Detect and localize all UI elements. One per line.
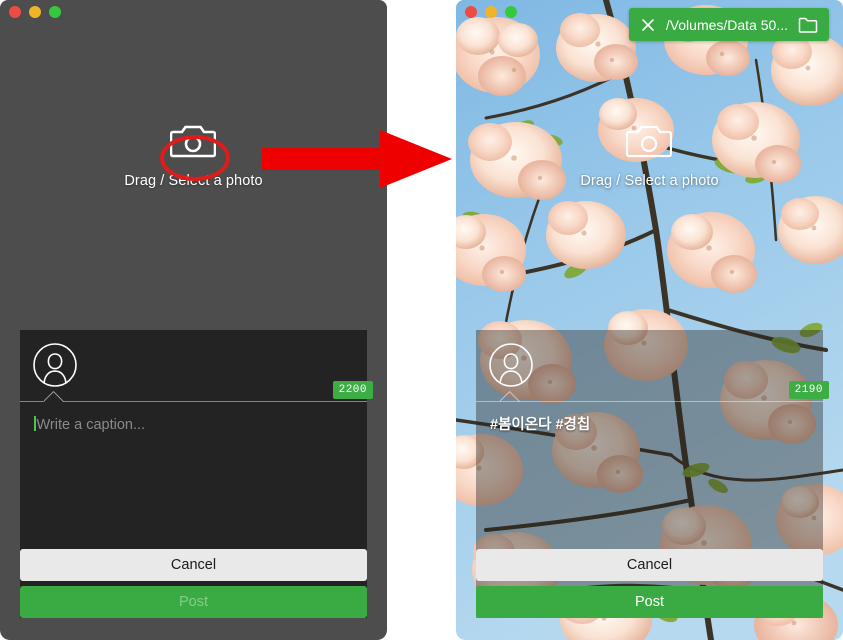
compose-panel: 2190 #봄이온다 #경칩 Cancel Post: [476, 330, 829, 618]
photo-dropzone[interactable]: Drag / Select a photo: [456, 0, 843, 330]
dropzone-label: Drag / Select a photo: [124, 173, 263, 189]
header-notch: [500, 391, 522, 402]
traffic-lights-before: [9, 6, 61, 18]
folder-icon[interactable]: [798, 16, 818, 33]
camera-icon: [170, 121, 217, 159]
caption-placeholder-label: Write a caption...: [36, 417, 146, 433]
traffic-lights-after: [465, 6, 517, 18]
compose-header: 2190: [476, 330, 829, 402]
dropzone-inner: Drag / Select a photo: [124, 121, 263, 189]
dropzone-label: Drag / Select a photo: [580, 173, 719, 189]
post-button[interactable]: Post: [20, 586, 367, 618]
cancel-button[interactable]: Cancel: [20, 549, 367, 581]
post-button[interactable]: Post: [476, 586, 823, 618]
window-close-button[interactable]: [465, 6, 477, 18]
text-cursor: [34, 416, 36, 431]
cancel-button[interactable]: Cancel: [476, 549, 823, 581]
window-minimize-button[interactable]: [29, 6, 41, 18]
character-counter-badge: 2190: [788, 380, 829, 399]
window-after-state: /Volumes/Data 50... Drag / Select a phot…: [456, 0, 843, 640]
dropzone-inner: Drag / Select a photo: [580, 121, 719, 189]
file-path-badge: /Volumes/Data 50...: [628, 8, 829, 41]
caption-input[interactable]: Write a caption...: [20, 402, 367, 549]
window-minimize-button[interactable]: [485, 6, 497, 18]
header-notch: [44, 391, 66, 402]
caption-input[interactable]: #봄이온다 #경칩: [476, 402, 823, 549]
avatar: [488, 342, 534, 388]
window-maximize-button[interactable]: [505, 6, 517, 18]
caption-value-text: #봄이온다 #경칩: [490, 417, 591, 433]
compose-actions: Cancel Post: [476, 549, 823, 618]
caption-placeholder-text: Write a caption...: [34, 416, 353, 436]
close-icon[interactable]: [640, 17, 656, 33]
file-path-text: /Volumes/Data 50...: [665, 16, 788, 33]
window-maximize-button[interactable]: [49, 6, 61, 18]
compose-header: 2200: [20, 330, 373, 402]
photo-dropzone[interactable]: Drag / Select a photo: [0, 0, 387, 330]
avatar: [32, 342, 78, 388]
window-before-state: Drag / Select a photo 2200 Write a capti…: [0, 0, 387, 640]
window-close-button[interactable]: [9, 6, 21, 18]
compose-actions: Cancel Post: [20, 549, 367, 618]
character-counter-badge: 2200: [332, 380, 373, 399]
compose-panel: 2200 Write a caption... Cancel Post: [20, 330, 373, 618]
camera-icon: [626, 121, 673, 159]
